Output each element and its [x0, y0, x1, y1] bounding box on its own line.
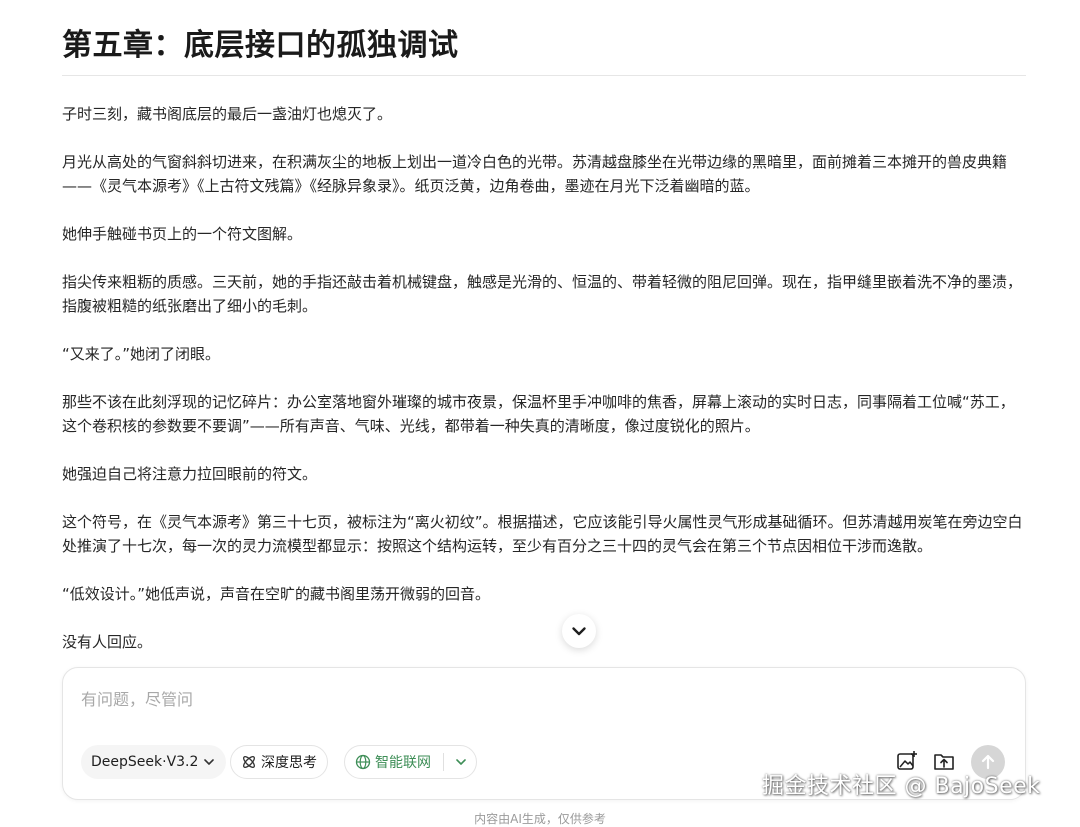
- chevron-down-icon[interactable]: [454, 755, 468, 769]
- watermark: 掘金技术社区 @ BajoSeek: [762, 774, 1041, 799]
- paragraph: 这个符号，在《灵气本源考》第三十七页，被标注为“离火初纹”。根据描述，它应该能引…: [62, 513, 1023, 555]
- ai-disclaimer: 内容由AI生成，仅供参考: [474, 812, 606, 826]
- paragraph: 她伸手触碰书页上的一个符文图解。: [62, 225, 303, 243]
- chapter-title: 第五章：底层接口的孤独调试: [62, 28, 459, 63]
- chevron-down-icon: [204, 759, 215, 765]
- atom-icon: [243, 756, 255, 768]
- paragraph: 月光从高处的气窗斜斜切进来，在积满灰尘的地板上划出一道冷白色的光带。苏清越盘膝坐…: [62, 153, 1008, 195]
- message-input[interactable]: [81, 686, 981, 712]
- paragraph: 指尖传来粗粝的质感。三天前，她的手指还敲击着机械键盘，触感是光滑的、恒温的、带着…: [62, 273, 1023, 315]
- chapter-content: 子时三刻，藏书阁底层的最后一盏油灯也熄灭了。 月光从高处的气窗斜斜切进来，在积满…: [62, 102, 1028, 678]
- paragraph: “低效设计。”她低声说，声音在空旷的藏书阁里荡开微弱的回音。: [62, 585, 491, 603]
- pill-divider: [443, 753, 444, 771]
- deep-think-toggle[interactable]: 深度思考: [230, 745, 328, 779]
- paragraph: 她强迫自己将注意力拉回眼前的符文。: [62, 465, 318, 483]
- paragraph: 没有人回应。: [62, 633, 153, 651]
- model-label: DeepSeek·V3.2: [91, 754, 199, 770]
- web-search-label: 智能联网: [375, 755, 431, 771]
- model-selector[interactable]: DeepSeek·V3.2: [81, 745, 227, 779]
- title-divider: [62, 75, 1026, 76]
- scroll-to-bottom-button[interactable]: [562, 614, 596, 648]
- globe-icon: [355, 754, 371, 770]
- paragraph: “又来了。”她闭了闭眼。: [62, 345, 221, 363]
- paragraph: 子时三刻，藏书阁底层的最后一盏油灯也熄灭了。: [62, 105, 393, 123]
- chevron-down-icon: [572, 627, 586, 636]
- web-search-toggle[interactable]: 智能联网: [344, 745, 477, 779]
- deep-think-label: 深度思考: [261, 755, 317, 771]
- paragraph: 那些不该在此刻浮现的记忆碎片：办公室落地窗外璀璨的城市夜景，保温杯里手冲咖啡的焦…: [62, 393, 1015, 435]
